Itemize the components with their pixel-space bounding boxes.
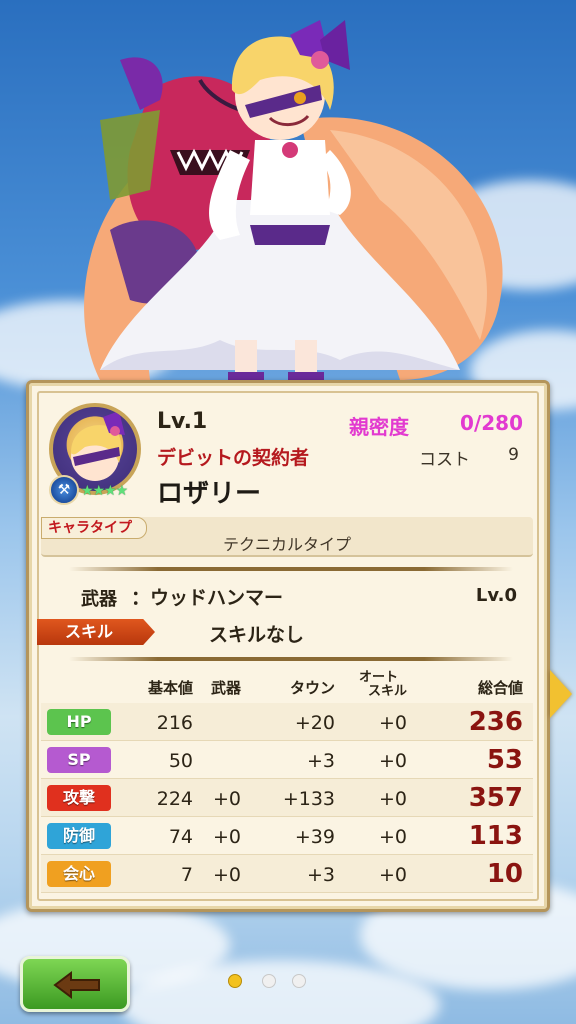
back-arrow-icon <box>53 971 100 999</box>
stat-total: 53 <box>486 745 523 775</box>
stats-header: 基本値 武器 タウン オート スキル 総合値 <box>41 671 533 703</box>
weapon-label: 武器 <box>81 589 117 610</box>
stat-auto-skill: +0 <box>378 864 407 886</box>
stat-label: 会心 <box>47 861 111 887</box>
character-type-value: テクニカルタイプ <box>222 535 351 554</box>
stat-base: 7 <box>180 864 193 886</box>
stat-town: +3 <box>306 864 335 886</box>
header-weapon: 武器 <box>210 679 241 697</box>
stat-town: +133 <box>282 788 335 810</box>
hammer-element-icon: ⚒ <box>49 475 79 505</box>
stat-label: 攻撃 <box>47 785 111 811</box>
header-auto-skill: オート スキル <box>350 671 407 699</box>
stat-total: 10 <box>486 859 523 889</box>
rarity-stars: ★★★★ <box>81 483 128 499</box>
stat-weapon: +0 <box>212 826 241 848</box>
stat-base: 216 <box>156 712 193 734</box>
stat-label: HP <box>47 709 111 735</box>
stat-row: 会心 7 +0 +3 +0 10 <box>41 855 533 893</box>
character-info-panel: ⚒ ★★★★ Lv.1 親密度 0/280 デビットの契約者 コスト 9 ロザリ… <box>26 380 550 912</box>
stat-auto-skill: +0 <box>378 712 407 734</box>
affinity-label: 親密度 <box>349 415 409 439</box>
stat-auto-skill: +0 <box>378 750 407 772</box>
character-level: Lv.1 <box>157 409 208 434</box>
header-total: 総合値 <box>477 679 523 697</box>
back-button[interactable] <box>20 956 130 1012</box>
stat-row: 攻撃 224 +0 +133 +0 357 <box>41 779 533 817</box>
stat-row: SP 50 +3 +0 53 <box>41 741 533 779</box>
page-dot-3[interactable] <box>292 974 306 988</box>
stat-label: 防御 <box>47 823 111 849</box>
weapon-name: ：ウッドハンマー <box>131 587 284 609</box>
next-arrow-icon[interactable] <box>550 670 572 718</box>
stat-base: 224 <box>156 788 193 810</box>
character-illustration <box>84 20 503 386</box>
stat-weapon: +0 <box>212 788 241 810</box>
weapon-level: Lv.0 <box>475 585 517 606</box>
stat-label: SP <box>47 747 111 773</box>
header-auto-line1: オート <box>358 670 398 685</box>
stat-base: 50 <box>168 750 193 772</box>
header-base: 基本値 <box>147 679 193 697</box>
character-title: デビットの契約者 <box>157 447 310 469</box>
divider <box>69 567 513 571</box>
stat-auto-skill: +0 <box>378 826 407 848</box>
page-dot-2[interactable] <box>262 974 276 988</box>
character-name: ロザリー <box>157 479 262 509</box>
character-type-row: キャラタイプ テクニカルタイプ <box>41 517 533 557</box>
skill-value: スキルなし <box>209 624 305 646</box>
stat-row: HP 216 +20 +0 236 <box>41 703 533 741</box>
header-town: タウン <box>289 679 335 697</box>
skill-label: スキル <box>37 619 155 645</box>
page-dot-1[interactable] <box>228 974 242 988</box>
header-auto-line2: スキル <box>367 684 407 699</box>
cost-value: 9 <box>508 445 519 465</box>
stat-auto-skill: +0 <box>378 788 407 810</box>
stat-weapon: +0 <box>212 864 241 886</box>
stat-total: 357 <box>468 783 523 813</box>
stat-town: +39 <box>294 826 335 848</box>
stat-town: +3 <box>306 750 335 772</box>
stats-table: 基本値 武器 タウン オート スキル 総合値 HP 216 +20 +0 236 SP 50… <box>41 671 533 893</box>
stat-total: 113 <box>468 821 523 851</box>
divider <box>69 657 513 661</box>
cost-label: コスト <box>419 450 470 470</box>
affinity-value: 0/280 <box>460 411 523 435</box>
stat-base: 74 <box>168 826 193 848</box>
stat-row: 防御 74 +0 +39 +0 113 <box>41 817 533 855</box>
stat-total: 236 <box>468 707 523 737</box>
stat-town: +20 <box>294 712 335 734</box>
